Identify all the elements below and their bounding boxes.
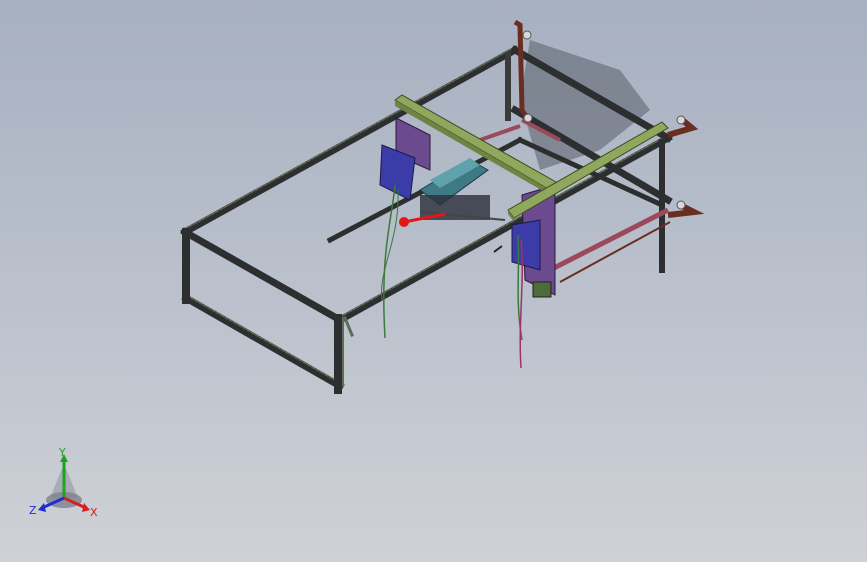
graphics-viewport[interactable]: Y X Z xyxy=(0,0,867,562)
wing-bolt-1 xyxy=(522,30,532,40)
y-axis-label: Y xyxy=(58,446,66,459)
x-axis-label: X xyxy=(90,506,98,519)
wing-bolt-3 xyxy=(676,115,686,125)
wing-rail-3 xyxy=(559,221,671,283)
z-axis-label: Z xyxy=(29,504,37,517)
mount-foot xyxy=(532,281,552,298)
motor-block-right xyxy=(511,219,541,271)
carriage[interactable] xyxy=(419,158,506,221)
frame-leg-brace xyxy=(343,316,354,337)
x-axis-head xyxy=(82,503,90,512)
orientation-triad[interactable]: Y X Z xyxy=(24,446,104,526)
z-axis-head xyxy=(38,503,46,512)
wing-rail-4 xyxy=(479,124,521,142)
marker-knob xyxy=(399,217,409,227)
wing-bolt-2 xyxy=(523,113,533,123)
frame-rail-left-bottom xyxy=(181,293,345,391)
wing-bolt-4 xyxy=(676,200,686,210)
wing-rail-2 xyxy=(548,207,670,273)
cable-tie xyxy=(493,245,503,253)
assembly-model[interactable] xyxy=(0,0,867,562)
